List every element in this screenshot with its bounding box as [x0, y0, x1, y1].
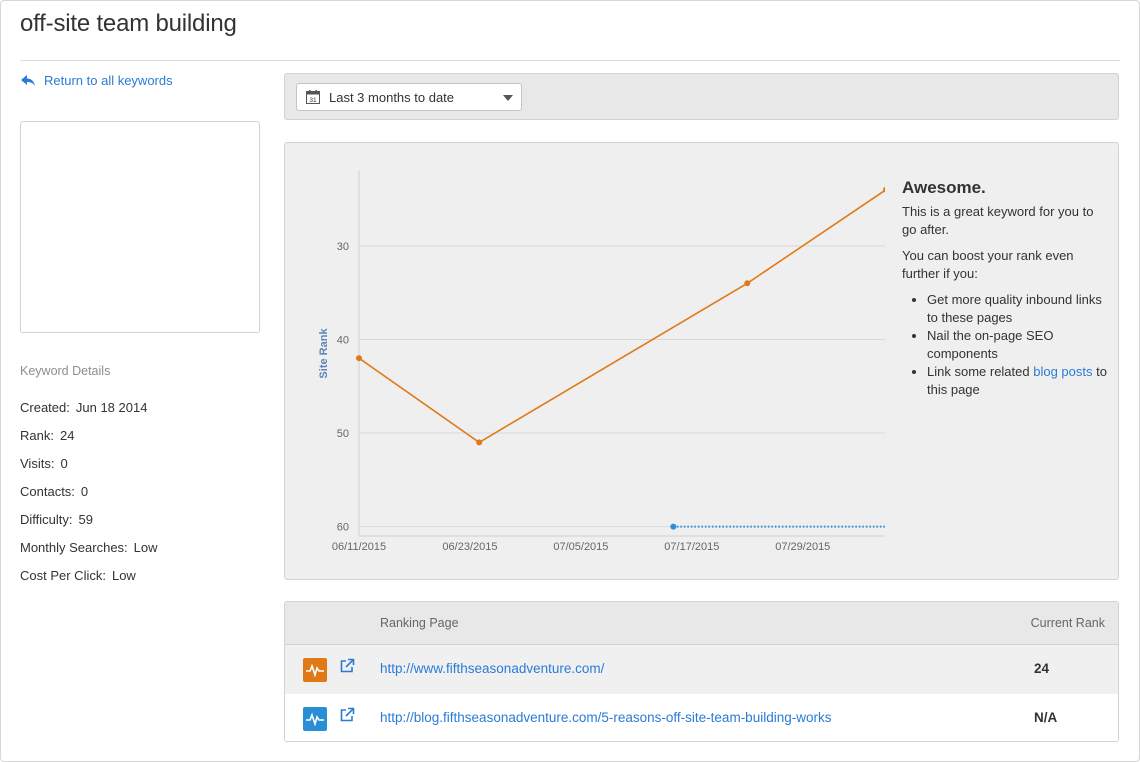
y-tick-label: 40	[337, 334, 349, 346]
calendar-icon: 31	[306, 90, 320, 104]
detail-label: Rank:	[20, 428, 54, 443]
activity-badge-icon	[303, 658, 327, 682]
svg-text:31: 31	[309, 97, 317, 104]
x-tick-label: 06/11/2015	[332, 541, 386, 553]
series-1-point	[744, 280, 751, 287]
return-to-keywords-link[interactable]: Return to all keywords	[20, 73, 173, 88]
chevron-down-icon	[503, 95, 513, 101]
page-title: off-site team building	[20, 10, 237, 37]
rank-line-chart: 30 40 50 60 06/11/2015 06/23/2015 07/05/2015 07…	[318, 171, 885, 553]
col-ranking-page: Ranking Page	[380, 616, 459, 630]
ranking-pages-table: Ranking Page Current Rank http://www.fif…	[284, 601, 1119, 742]
date-range-label: Last 3 months to date	[329, 89, 455, 105]
keyword-details-heading: Keyword Details	[20, 364, 111, 378]
table-header: Ranking Page Current Rank	[285, 602, 1118, 645]
return-link-label: Return to all keywords	[44, 73, 173, 88]
external-link-icon[interactable]	[339, 707, 355, 723]
keyword-details-list: Created: Jun 18 2014 Rank: 24 Visits: 0 Con…	[20, 398, 158, 594]
detail-contacts: Contacts: 0	[20, 482, 158, 510]
detail-value: 24	[59, 428, 75, 443]
detail-label: Monthly Searches:	[20, 540, 128, 555]
advice-box: Awesome. This is a great keyword for you…	[902, 179, 1107, 399]
detail-value: Jun 18 2014	[75, 400, 148, 415]
series-1-point	[476, 439, 483, 446]
y-tick-label: 30	[337, 241, 349, 253]
advice-heading: Awesome.	[902, 178, 986, 197]
advice-list: Get more quality inbound links to these …	[902, 291, 1107, 399]
detail-value: Low	[133, 540, 158, 555]
detail-value: Low	[111, 568, 136, 583]
x-tick-label: 07/29/2015	[775, 541, 830, 553]
detail-monthly-searches: Monthly Searches: Low	[20, 538, 158, 566]
keyword-preview-box	[20, 121, 260, 333]
ranking-page-link[interactable]: http://www.fifthseasonadventure.com/	[380, 661, 604, 676]
blog-posts-link[interactable]: blog posts	[1033, 364, 1092, 379]
advice-line-2: You can boost your rank even further if …	[902, 248, 1074, 281]
detail-value: 59	[78, 512, 93, 527]
y-tick-label: 50	[337, 428, 349, 440]
detail-label: Difficulty:	[20, 512, 73, 527]
detail-label: Visits:	[20, 456, 55, 471]
detail-created: Created: Jun 18 2014	[20, 398, 158, 426]
detail-difficulty: Difficulty: 59	[20, 510, 158, 538]
series-2-point	[670, 523, 677, 530]
y-tick-label: 60	[337, 522, 349, 534]
current-rank-value: N/A	[1034, 710, 1058, 725]
x-tick-label: 07/17/2015	[664, 541, 719, 553]
external-link-icon[interactable]	[339, 658, 355, 674]
advice-bullet: Get more quality inbound links to these …	[927, 291, 1107, 327]
advice-bullet: Link some related blog posts to this pag…	[927, 363, 1107, 399]
current-rank-value: 24	[1034, 661, 1050, 676]
col-current-rank: Current Rank	[1030, 616, 1105, 630]
advice-bullet: Nail the on-page SEO components	[927, 327, 1107, 363]
series-1-line	[358, 189, 885, 444]
detail-visits: Visits: 0	[20, 454, 158, 482]
rank-chart-panel: 30 40 50 60 06/11/2015 06/23/2015 07/05/2015 07…	[284, 142, 1119, 580]
detail-label: Cost Per Click:	[20, 568, 106, 583]
ranking-page-link[interactable]: http://blog.fifthseasonadventure.com/5-r…	[380, 710, 831, 725]
series-1-point	[356, 355, 362, 362]
date-range-select[interactable]: 31 Last 3 months to date	[296, 83, 522, 111]
detail-rank: Rank: 24	[20, 426, 158, 454]
detail-label: Created:	[20, 400, 70, 415]
detail-label: Contacts:	[20, 484, 75, 499]
detail-value: 0	[80, 484, 89, 499]
x-tick-label: 06/23/2015	[442, 541, 497, 553]
back-arrow-icon	[21, 74, 35, 86]
advice-bullet-text: Link some related	[927, 364, 1034, 379]
activity-badge-icon	[303, 707, 327, 731]
advice-line-1: This is a great keyword for you to go af…	[902, 204, 1094, 237]
date-toolbar: 31 Last 3 months to date	[284, 73, 1119, 120]
table-row: http://www.fifthseasonadventure.com/ 24	[285, 645, 1118, 694]
x-tick-label: 07/05/2015	[553, 541, 608, 553]
detail-cost-per-click: Cost Per Click: Low	[20, 566, 158, 594]
detail-value: 0	[60, 456, 68, 471]
y-axis-title: Site Rank	[318, 328, 330, 379]
title-divider	[20, 60, 1120, 61]
table-row: http://blog.fifthseasonadventure.com/5-r…	[285, 694, 1118, 741]
